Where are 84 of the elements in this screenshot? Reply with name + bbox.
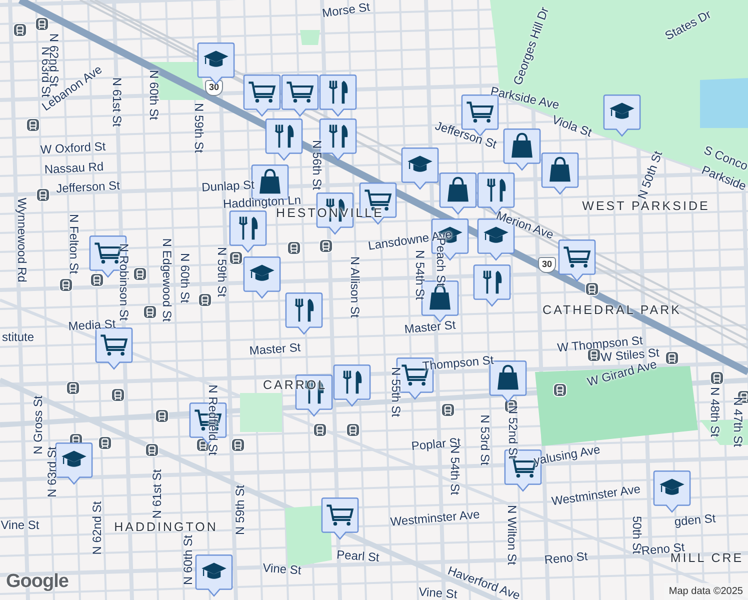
street-label: N 54th St [414, 250, 426, 300]
tram-icon [198, 293, 212, 307]
street-label: Morse St [321, 0, 371, 20]
tram-icon [553, 383, 567, 397]
street-label: gden St [674, 512, 716, 528]
street-label: N 53rd St [479, 414, 491, 466]
street-label: N 56th St [311, 140, 323, 190]
street-label: Thompson St [422, 354, 494, 372]
tram-icon [155, 409, 169, 423]
street-label: N 61st St [151, 469, 163, 519]
neighborhood-label: WEST PARKSIDE [582, 200, 710, 212]
map-logo: Google [6, 570, 68, 594]
tram-icon [313, 423, 327, 437]
street-label: Wynnewood Rd [16, 198, 28, 282]
street-label: N 59th St [216, 246, 228, 298]
neighborhood-label: MILL CRE [670, 552, 744, 564]
tram-icon [66, 381, 80, 395]
street-label: W Oxford St [40, 140, 106, 156]
tram-icon [231, 438, 245, 452]
street-label: N 50th St [636, 149, 664, 201]
street-label: N 52nd St [507, 405, 519, 459]
tram-icon [287, 241, 301, 255]
tram-icon [26, 118, 40, 132]
street-label: Westminster Ave [550, 482, 642, 508]
street-label: Westminster Ave [390, 508, 480, 528]
street-label: stitute [2, 331, 34, 343]
tram-icon [504, 399, 518, 413]
street-label: Viola St [550, 113, 594, 139]
street-label: Nassau Rd [44, 160, 104, 176]
street-label: N 59th St [193, 102, 205, 154]
tram-icon [665, 351, 679, 365]
street-label: Master St [404, 318, 456, 336]
route-shield: 30 [538, 257, 556, 273]
street-label: N 60th St [179, 252, 191, 304]
street-label: Vine St [418, 586, 458, 600]
street-label: N 47th St [732, 396, 744, 448]
street-label: Dunlap St [201, 178, 255, 194]
neighborhood-label: HADDINGTON [114, 520, 218, 534]
tram-icon [13, 23, 27, 37]
street-label: Vine St [262, 562, 302, 576]
street-label: N 60th St [182, 534, 194, 586]
street-label: N Allison St [349, 256, 361, 318]
street-label: Merion Ave [494, 209, 556, 241]
street-label: yalusing Ave [532, 443, 602, 467]
tram-icon [441, 403, 455, 417]
street-label: Jefferson St [56, 179, 120, 195]
tram-icon [98, 436, 112, 450]
street-label: Pearl St [336, 548, 380, 564]
tram-icon [133, 267, 147, 281]
street-label: N Edgewood St [161, 238, 173, 322]
street-label: Reno St [544, 550, 588, 566]
tram-icon [35, 17, 49, 31]
tram-icon [319, 239, 333, 253]
street-label: N 61st St [111, 77, 123, 127]
street-label: Master St [248, 341, 302, 357]
street-label: N 63rd St [46, 446, 58, 498]
street-label: N Felton St [68, 214, 80, 274]
street-label: Parkside Ave [490, 84, 560, 112]
tram-icon [111, 388, 125, 402]
street-label: States Dr [663, 8, 713, 42]
street-label: N 55th St [390, 366, 402, 418]
street-label: N 48th St [709, 386, 721, 438]
street-label: N 62nd St [91, 501, 103, 555]
tram-icon [36, 188, 50, 202]
street-label: N Redfield St [207, 384, 219, 456]
tram-icon [145, 443, 159, 457]
tram-icon [59, 278, 73, 292]
tram-icon [229, 251, 243, 265]
street-label: N Robinson St [118, 243, 130, 321]
street-label: Vine St [0, 519, 40, 531]
street-label: 50th St [631, 516, 643, 554]
tram-icon [346, 423, 360, 437]
lake-area [700, 78, 748, 128]
tram-icon [710, 371, 724, 385]
tram-icon [90, 273, 104, 287]
street-label: N Gross St [32, 396, 44, 454]
tram-icon [143, 305, 157, 319]
street-label: N Wilton St [506, 505, 518, 565]
neighborhood-label: CATHEDRAL PARK [542, 304, 682, 316]
street-label: Media St [68, 318, 116, 332]
street-label: N 60th St [148, 70, 160, 120]
street-label: N 59th St [234, 484, 246, 536]
tram-icon [585, 282, 599, 296]
park-area [240, 393, 282, 432]
